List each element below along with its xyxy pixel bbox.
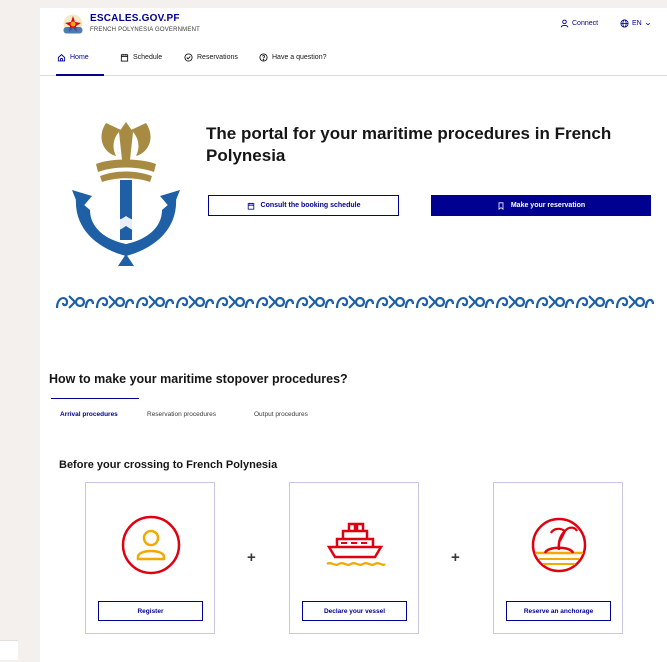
anchor-emblem-icon [72, 122, 180, 266]
globe-icon [620, 19, 629, 28]
brand-subtitle: FRENCH POLYNESIA GOVERNMENT [90, 27, 200, 33]
section-title: How to make your maritime stopover proce… [49, 372, 348, 386]
connect-button[interactable]: Connect [560, 19, 598, 28]
brand-name[interactable]: ESCALES.GOV.PF [90, 13, 180, 24]
nav-item-question[interactable]: Have a question? [259, 53, 326, 62]
tiare-flower-logo-icon[interactable] [63, 14, 83, 34]
cruise-ship-icon [326, 522, 386, 566]
language-label: EN [632, 20, 642, 27]
tab-reservation-procedures[interactable]: Reservation procedures [147, 411, 216, 418]
plus-separator: + [247, 549, 256, 566]
nav-label: Reservations [197, 54, 238, 61]
card-register: Register [85, 482, 215, 634]
tab-active-indicator [51, 398, 139, 399]
question-circle-icon [259, 53, 268, 62]
step-subtitle: Before your crossing to French Polynesia [59, 459, 278, 471]
connect-label: Connect [572, 20, 599, 27]
declare-vessel-button[interactable]: Declare your vessel [302, 601, 407, 621]
nav-item-schedule[interactable]: Schedule [120, 53, 162, 62]
procedure-tabs: Arrival procedures Reservation procedure… [40, 398, 667, 428]
user-circle-icon [121, 515, 181, 575]
make-reservation-label: Make your reservation [510, 202, 586, 209]
plus-separator: + [451, 549, 460, 566]
card-reserve-anchorage: Reserve an anchorage [493, 482, 623, 634]
consult-schedule-label: Consult the booking schedule [260, 202, 361, 209]
page-bottom-edge [0, 640, 18, 660]
card-declare-vessel: Declare your vessel [289, 482, 419, 634]
calendar-icon [120, 53, 129, 62]
consult-schedule-button[interactable]: Consult the booking schedule [208, 195, 399, 216]
calendar-icon [247, 202, 254, 210]
reserve-anchorage-button[interactable]: Reserve an anchorage [506, 601, 611, 621]
polynesian-pattern-divider [55, 292, 655, 312]
nav-item-reservations[interactable]: Reservations [184, 53, 238, 62]
main-nav: Home Schedule Reservations Have a questi… [40, 42, 667, 76]
nav-label: Schedule [133, 54, 163, 61]
user-icon [560, 19, 569, 28]
header: ESCALES.GOV.PF FRENCH POLYNESIA GOVERNME… [40, 8, 667, 40]
chevron-down-icon [645, 22, 650, 25]
page: ESCALES.GOV.PF FRENCH POLYNESIA GOVERNME… [40, 8, 667, 662]
nav-label: Home [70, 54, 89, 61]
register-button[interactable]: Register [98, 601, 203, 621]
nav-label: Have a question? [272, 54, 327, 61]
island-circle-icon [531, 517, 587, 573]
hero-title: The portal for your maritime procedures … [206, 124, 612, 165]
make-reservation-button[interactable]: Make your reservation [431, 195, 651, 216]
language-selector[interactable]: EN [620, 19, 651, 28]
nav-item-home[interactable]: Home [57, 53, 89, 62]
home-icon [57, 54, 66, 62]
tab-arrival-procedures[interactable]: Arrival procedures [60, 411, 118, 418]
tab-output-procedures[interactable]: Output procedures [254, 411, 308, 418]
check-circle-icon [184, 53, 193, 62]
bookmark-icon [498, 201, 504, 210]
nav-active-indicator [56, 74, 104, 76]
